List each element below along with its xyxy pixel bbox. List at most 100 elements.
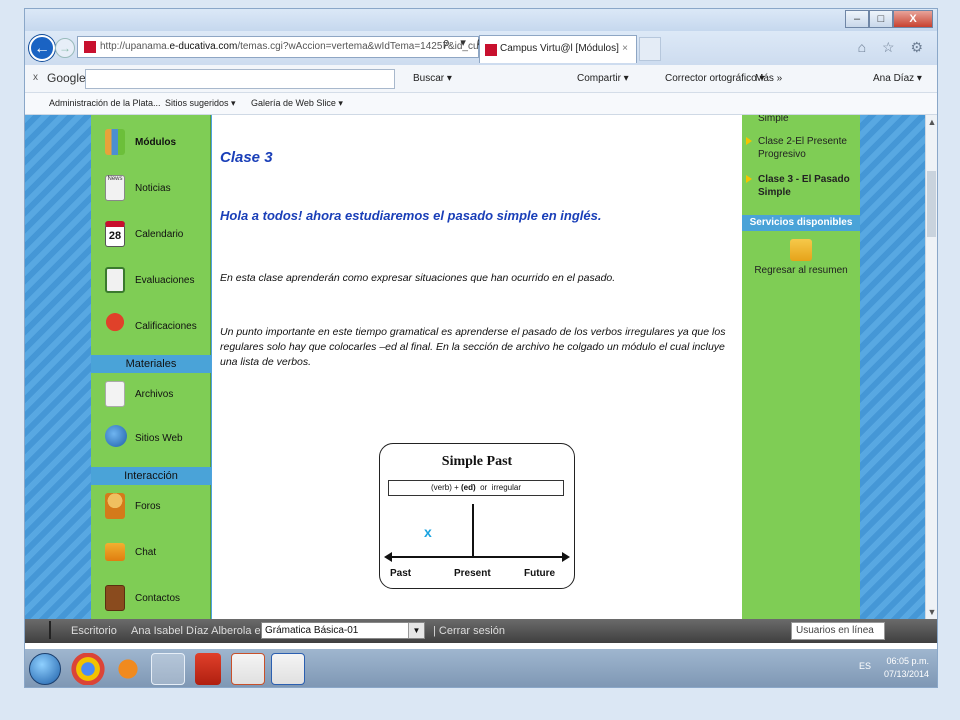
- grades-ribbon-icon: [105, 313, 125, 339]
- online-users-field[interactable]: Usuarios en línea: [791, 622, 885, 640]
- close-window-button[interactable]: X: [893, 10, 933, 28]
- windows-taskbar: ES 06:05 p.m. 07/13/2014: [25, 649, 937, 687]
- fav-galeria-web-slice[interactable]: Galería de Web Slice ▾: [251, 98, 343, 109]
- news-icon: News: [105, 175, 125, 201]
- acrobat-taskbar-icon[interactable]: [195, 653, 221, 685]
- chrome-taskbar-icon[interactable]: [71, 653, 105, 685]
- nav-label: Archivos: [135, 389, 174, 400]
- google-toolbar: x Google Buscar ▾ Compartir ▾ Corrector …: [25, 65, 937, 93]
- minimize-button[interactable]: –: [845, 10, 869, 28]
- chat-bubbles-icon: [105, 543, 125, 561]
- diagram-title: Simple Past: [441, 454, 513, 469]
- nav-label: Chat: [135, 547, 157, 558]
- url-domain: e-ducativa.com: [169, 41, 238, 52]
- bullet-arrow-icon: [746, 175, 752, 183]
- escritorio-link[interactable]: Escritorio: [71, 625, 117, 637]
- media-player-taskbar-icon[interactable]: [111, 653, 145, 685]
- tray-language[interactable]: ES: [859, 661, 871, 671]
- chevron-down-icon: ▼: [408, 623, 424, 638]
- formula-verb: (verb) +: [430, 483, 461, 492]
- nav-evaluaciones[interactable]: Evaluaciones: [91, 263, 211, 303]
- right-nav-clase-2[interactable]: Clase 2-El Presente Progresivo: [746, 135, 854, 161]
- details-paragraph: Un punto importante en este tiempo grama…: [220, 326, 726, 368]
- left-sidebar: Módulos News Noticias 28 Calendario Eval…: [91, 115, 211, 619]
- scroll-up-arrow-icon[interactable]: ▲: [926, 117, 937, 127]
- favorites-bar: Administración de la Plata... Sitios sug…: [25, 93, 937, 115]
- page-title: Clase 3: [220, 149, 273, 166]
- flag-icon: [49, 621, 59, 639]
- mas-button[interactable]: Más »: [755, 73, 782, 84]
- google-user-menu[interactable]: Ana Díaz ▾: [873, 73, 922, 84]
- nav-archivos[interactable]: Archivos: [91, 377, 211, 417]
- fav-sitios-sugeridos[interactable]: Sitios sugeridos ▾: [165, 98, 236, 109]
- vertical-scrollbar[interactable]: ▲ ▼: [925, 115, 937, 619]
- right-nav-label: Clase 2-El Presente Progresivo: [758, 136, 847, 160]
- nav-label: Foros: [135, 501, 161, 512]
- right-background-stripe: [860, 115, 927, 619]
- timeline-line: [388, 556, 564, 558]
- intro-paragraph: En esta clase aprenderán como expresar s…: [220, 272, 616, 284]
- powerpoint-taskbar-icon[interactable]: [231, 653, 265, 685]
- formula-ed: (ed): [460, 483, 476, 492]
- window-controls: – □ X: [845, 10, 933, 28]
- past-event-mark: x: [424, 524, 432, 540]
- tab-favicon-icon: [485, 44, 497, 56]
- scroll-thumb[interactable]: [927, 171, 936, 237]
- tab-campus-virtual[interactable]: Campus Virtu@l [Módulos] ×: [479, 35, 637, 63]
- right-nav-cut-item[interactable]: Simple: [746, 115, 854, 125]
- label-past: Past: [390, 568, 412, 579]
- return-summary-icon[interactable]: [790, 239, 812, 261]
- tray-clock[interactable]: 06:05 p.m. 07/13/2014: [884, 655, 929, 681]
- nav-calificaciones[interactable]: Calificaciones: [91, 309, 211, 349]
- main-content: Clase 3 Hola a todos! ahora estudiaremos…: [212, 115, 742, 619]
- files-icon: [105, 381, 125, 407]
- google-search-input[interactable]: [85, 69, 395, 89]
- nav-sitios-web[interactable]: Sitios Web: [91, 421, 211, 461]
- evaluations-icon: [105, 267, 125, 293]
- modules-icon: [105, 129, 125, 155]
- new-tab-button[interactable]: [639, 37, 661, 61]
- maximize-button[interactable]: □: [869, 10, 893, 28]
- tab-close-icon[interactable]: ×: [622, 36, 628, 62]
- google-logo: Google: [47, 71, 86, 85]
- nav-contactos[interactable]: Contactos: [91, 581, 211, 619]
- back-button[interactable]: ←: [29, 35, 55, 61]
- compartir-button[interactable]: Compartir ▾: [577, 73, 629, 84]
- cerrar-sesion-link[interactable]: | Cerrar sesión: [433, 625, 505, 637]
- address-bar[interactable]: http://upanama.e-ducativa.com/temas.cgi?…: [77, 36, 479, 58]
- services-header: Servicios disponibles: [742, 215, 860, 231]
- right-nav-clase-3[interactable]: Clase 3 - El Pasado Simple: [746, 173, 854, 199]
- timeline-right-arrow-icon: [562, 552, 570, 562]
- page-viewport: Módulos News Noticias 28 Calendario Eval…: [25, 115, 927, 619]
- interaccion-header: Interacción: [91, 467, 211, 485]
- internet-explorer-taskbar-icon[interactable]: [151, 653, 185, 685]
- nav-noticias[interactable]: News Noticias: [91, 171, 211, 211]
- buscar-button[interactable]: Buscar ▾: [413, 73, 452, 84]
- nav-calendario[interactable]: 28 Calendario: [91, 217, 211, 257]
- nav-foros[interactable]: Foros: [91, 489, 211, 529]
- bullet-arrow-icon: [746, 137, 752, 145]
- word-taskbar-icon[interactable]: [271, 653, 305, 685]
- nav-label: Evaluaciones: [135, 275, 195, 286]
- site-favicon-icon: [84, 41, 96, 53]
- page-heading: Hola a todos! ahora estudiaremos el pasa…: [220, 208, 602, 223]
- user-in-text: Ana Isabel Díaz Alberola en: [131, 625, 267, 637]
- google-toolbar-close-icon[interactable]: x: [33, 72, 38, 83]
- fav-administracion[interactable]: Administración de la Plata...: [49, 98, 161, 108]
- nav-label: Calificaciones: [135, 321, 197, 332]
- forward-button[interactable]: →: [55, 38, 75, 58]
- browser-toolbar-icons[interactable]: ⌂ ☆ ⚙: [858, 39, 929, 56]
- materiales-header: Materiales: [91, 355, 211, 373]
- nav-label: Calendario: [135, 229, 184, 240]
- regresar-link[interactable]: Regresar al resumen: [742, 265, 860, 276]
- diagram-formula: (verb) + (ed) or irregular: [388, 480, 564, 496]
- corrector-button[interactable]: Corrector ortográfico ▾: [665, 73, 765, 84]
- nav-label: Módulos: [135, 137, 177, 148]
- present-marker-line: [472, 504, 474, 556]
- nav-chat[interactable]: Chat: [91, 535, 211, 575]
- scroll-down-arrow-icon[interactable]: ▼: [926, 607, 937, 617]
- nav-label: Contactos: [135, 593, 181, 604]
- nav-modulos[interactable]: Módulos: [91, 125, 211, 165]
- start-button[interactable]: [29, 653, 61, 685]
- course-select[interactable]: Grámatica Básica-01 ▼: [261, 622, 425, 639]
